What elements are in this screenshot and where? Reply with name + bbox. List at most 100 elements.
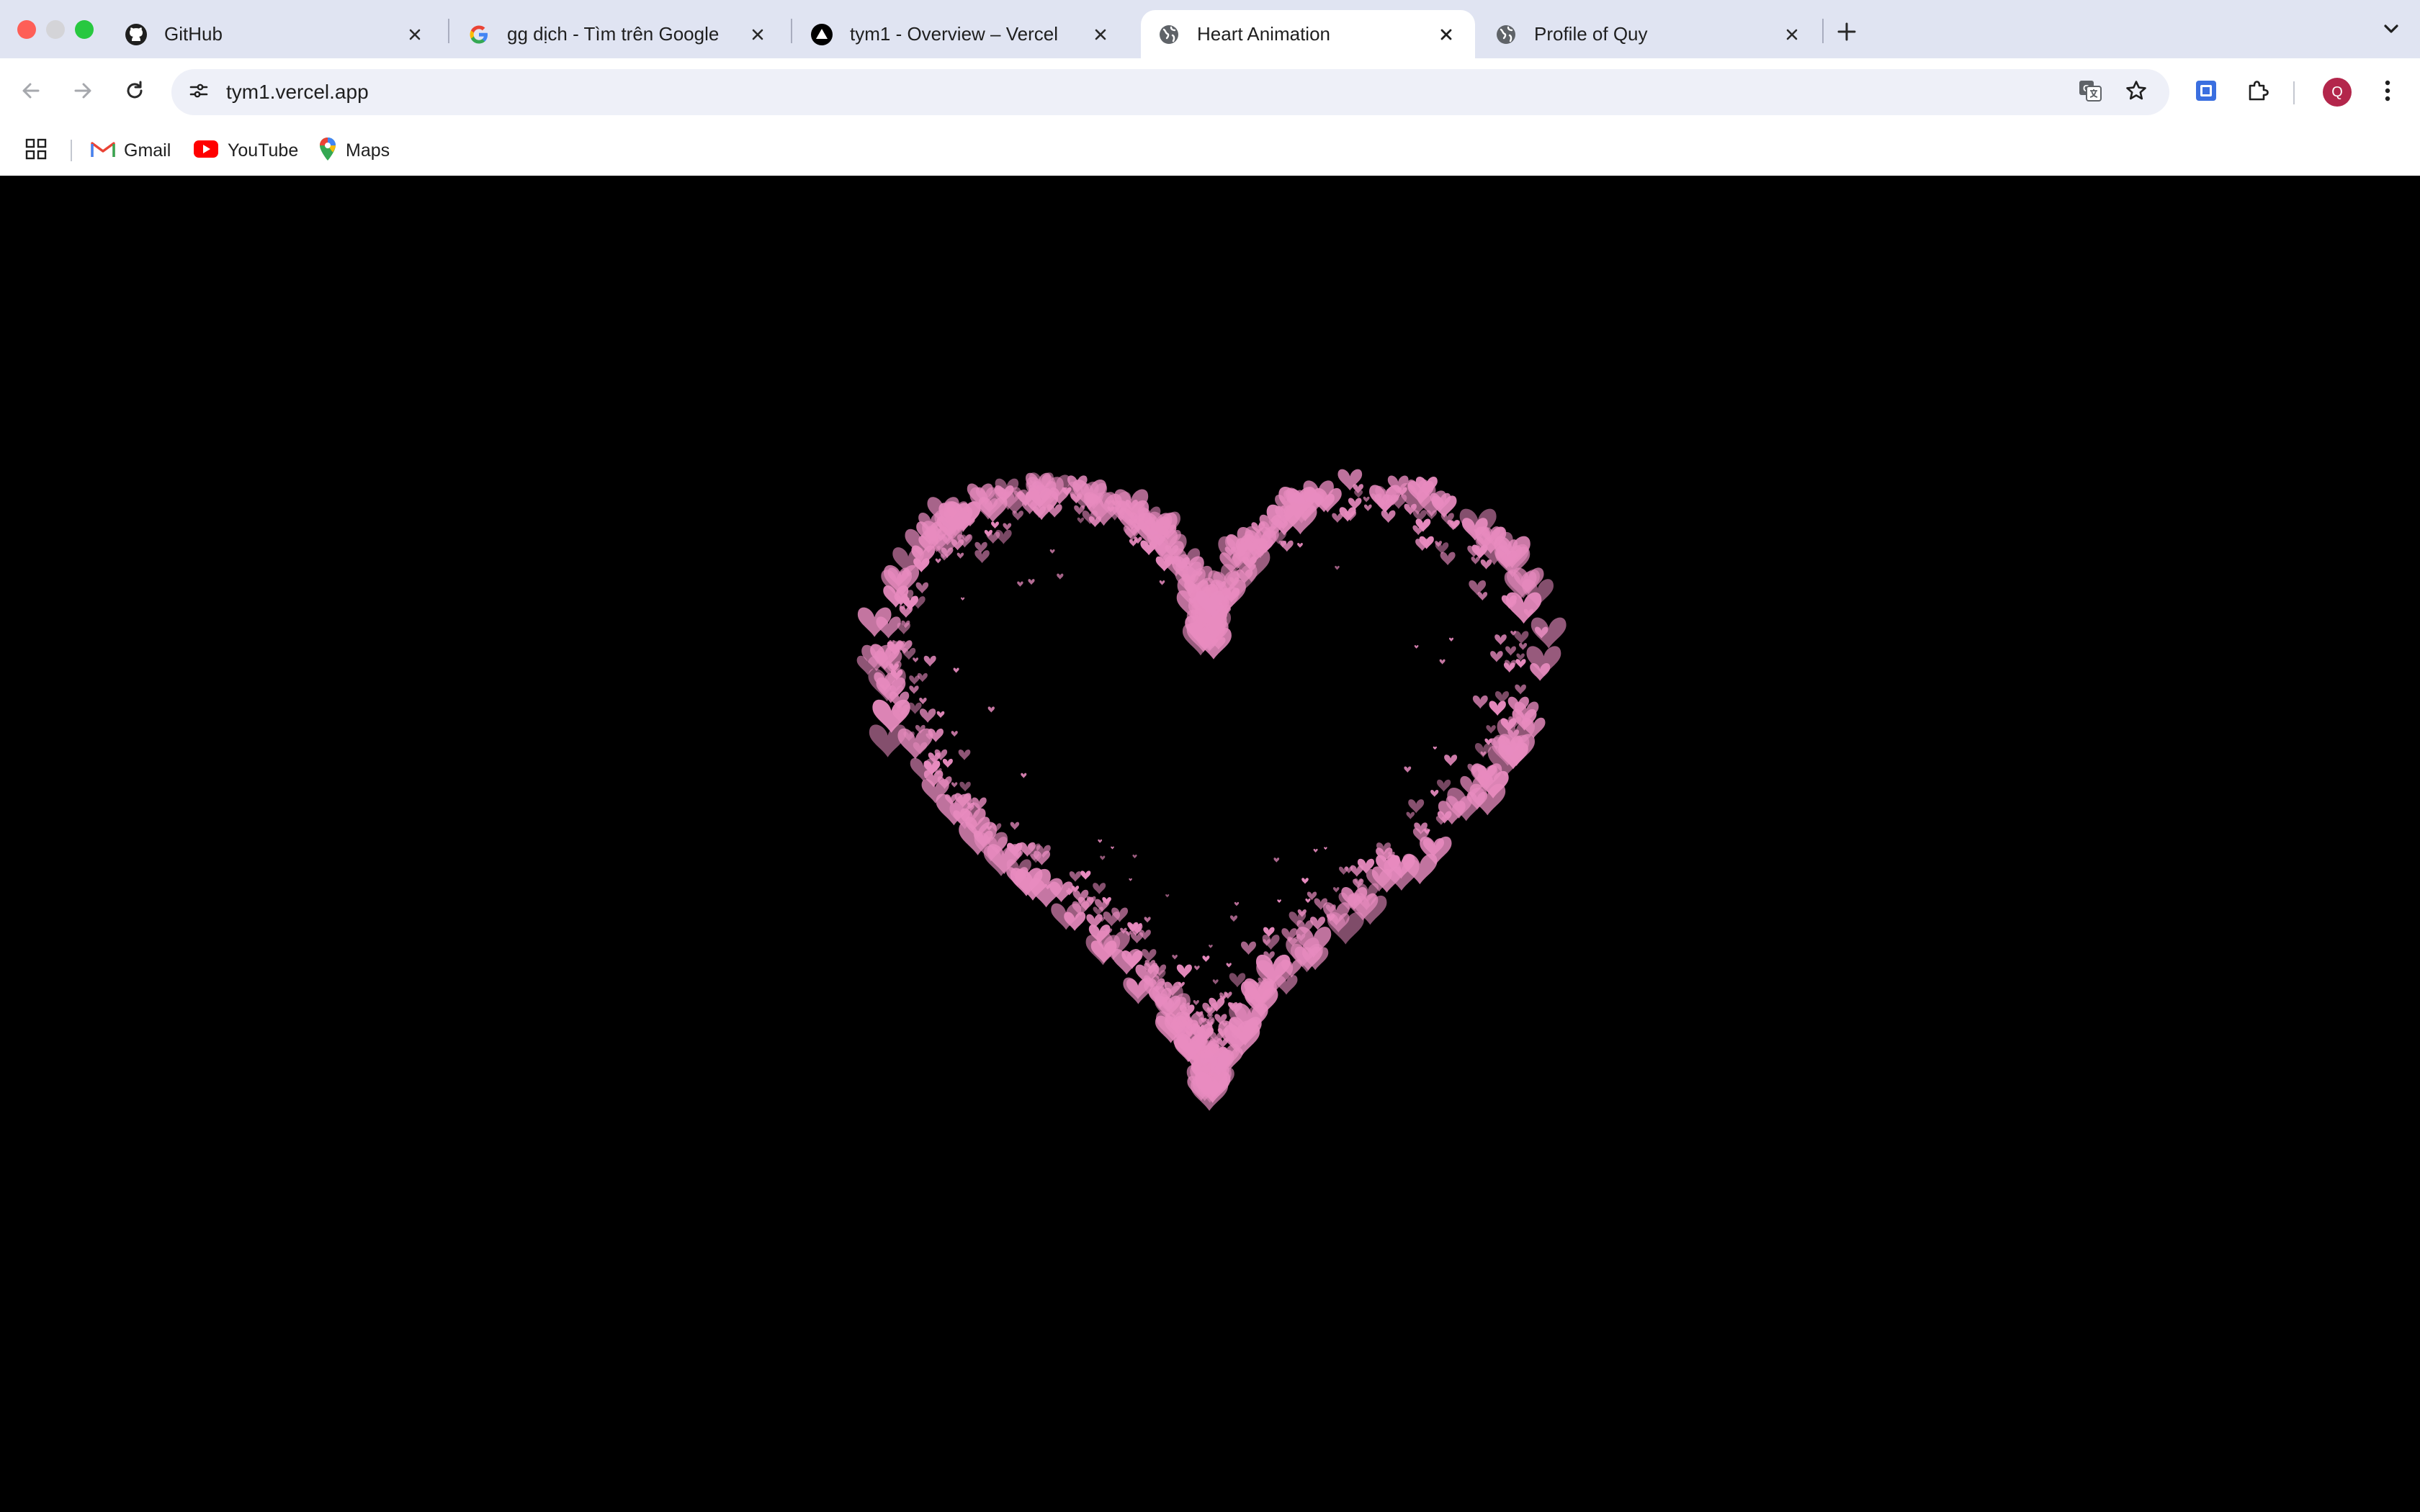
extension-button[interactable] <box>2187 73 2226 112</box>
tab-search-button[interactable] <box>2374 16 2408 45</box>
mini-heart <box>1518 642 1528 650</box>
mini-heart <box>1414 644 1419 649</box>
bookmark-label: Gmail <box>124 140 171 161</box>
mini-heart <box>1489 701 1506 716</box>
tab-strip: GitHub gg dịch - Tìm trên Google tym1 - … <box>0 0 2420 58</box>
tab-separator <box>1822 19 1824 43</box>
address-bar[interactable]: tym1.vercel.app G <box>171 69 2169 115</box>
mini-heart <box>1301 878 1309 884</box>
mini-heart <box>1471 557 1480 564</box>
mini-heart <box>1440 552 1456 566</box>
mini-heart <box>1277 899 1281 904</box>
tab-github[interactable]: GitHub <box>101 10 444 58</box>
reload-button[interactable] <box>115 73 154 112</box>
translate-button[interactable]: G <box>2073 75 2107 109</box>
apps-button[interactable] <box>24 135 48 166</box>
mini-heart <box>1404 766 1412 773</box>
mini-heart <box>1324 847 1327 850</box>
site-info-button[interactable] <box>182 75 216 109</box>
mini-heart <box>958 750 971 760</box>
mini-heart <box>1477 592 1488 600</box>
mini-heart <box>1332 887 1340 893</box>
mini-heart <box>1408 799 1425 814</box>
bookmark-maps[interactable]: Maps <box>318 135 390 166</box>
close-icon[interactable] <box>1780 23 1803 46</box>
url-text[interactable]: tym1.vercel.app <box>226 81 369 104</box>
maps-icon <box>318 137 337 165</box>
mini-heart <box>1433 746 1437 750</box>
forward-button[interactable] <box>63 73 102 112</box>
minimize-window-button[interactable] <box>46 20 65 39</box>
mini-heart <box>956 552 964 559</box>
puzzle-icon <box>2246 78 2270 107</box>
mini-heart <box>987 706 995 713</box>
mini-heart <box>1003 523 1012 531</box>
arrow-right-icon <box>71 79 94 106</box>
bookmark-gmail[interactable]: Gmail <box>91 135 171 166</box>
mini-heart <box>1100 855 1106 860</box>
tab-title: tym1 - Overview – Vercel <box>850 23 1058 45</box>
chrome-menu-button[interactable] <box>2368 73 2407 112</box>
mini-heart <box>951 731 958 737</box>
arrow-left-icon <box>19 79 42 106</box>
mini-heart <box>1165 894 1170 898</box>
bookmark-youtube[interactable]: YouTube <box>193 135 298 166</box>
mini-heart <box>908 702 922 714</box>
mini-heart <box>1021 773 1027 778</box>
mini-heart <box>1132 854 1137 859</box>
mini-heart <box>1047 504 1062 518</box>
mini-heart <box>1017 581 1023 587</box>
star-icon <box>2125 79 2148 106</box>
mini-heart <box>1515 684 1526 695</box>
mini-heart <box>1515 659 1526 668</box>
mini-heart <box>1444 755 1458 766</box>
close-icon[interactable] <box>1435 23 1458 46</box>
mini-heart <box>1194 966 1200 971</box>
new-tab-button[interactable] <box>1829 16 1864 50</box>
tab-title: Heart Animation <box>1197 23 1330 45</box>
close-icon[interactable] <box>1089 23 1112 46</box>
mini-heart <box>1494 634 1507 645</box>
browser-toolbar: tym1.vercel.app G Q <box>0 58 2420 125</box>
close-icon[interactable] <box>403 23 426 46</box>
mini-heart <box>1028 579 1035 585</box>
heart-particles <box>856 469 1567 1111</box>
mini-heart <box>1313 848 1318 853</box>
mini-heart <box>1381 510 1396 523</box>
more-vert-icon <box>2383 78 2392 107</box>
back-button[interactable] <box>12 73 50 112</box>
tab-profile-of-quy[interactable]: Profile of Quy <box>1475 10 1821 58</box>
mini-heart <box>915 582 929 594</box>
mini-heart <box>913 657 918 663</box>
bookmark-label: Maps <box>346 140 390 161</box>
mini-heart <box>1080 870 1091 880</box>
mini-heart <box>1448 637 1454 642</box>
page-viewport <box>0 176 2420 1512</box>
tune-icon <box>188 80 210 105</box>
avatar-initial: Q <box>2331 84 2343 100</box>
profile-button[interactable]: Q <box>2318 73 2357 112</box>
mini-heart <box>1193 1000 1199 1006</box>
tab-vercel[interactable]: tym1 - Overview – Vercel <box>786 10 1129 58</box>
tab-heart-animation[interactable]: Heart Animation <box>1141 10 1475 58</box>
chevron-down-icon <box>2383 23 2400 38</box>
mini-heart <box>1345 866 1353 874</box>
mini-heart <box>1332 513 1343 523</box>
mini-heart <box>1159 580 1165 585</box>
close-window-button[interactable] <box>17 20 36 39</box>
mini-heart <box>1363 496 1370 503</box>
extensions-menu-button[interactable] <box>2238 73 2277 112</box>
bookmark-star-button[interactable] <box>2119 75 2154 109</box>
tab-google-search[interactable]: gg dịch - Tìm trên Google <box>444 10 786 58</box>
mini-heart <box>935 558 941 564</box>
avatar: Q <box>2323 78 2352 107</box>
mini-heart <box>923 655 936 667</box>
globe-icon <box>1157 22 1181 47</box>
plus-icon <box>1837 22 1857 45</box>
mini-heart <box>1348 498 1362 510</box>
mini-heart <box>1209 945 1213 948</box>
mini-heart <box>936 711 945 719</box>
close-icon[interactable] <box>746 23 769 46</box>
maximize-window-button[interactable] <box>75 20 94 39</box>
mini-heart <box>1430 789 1439 797</box>
